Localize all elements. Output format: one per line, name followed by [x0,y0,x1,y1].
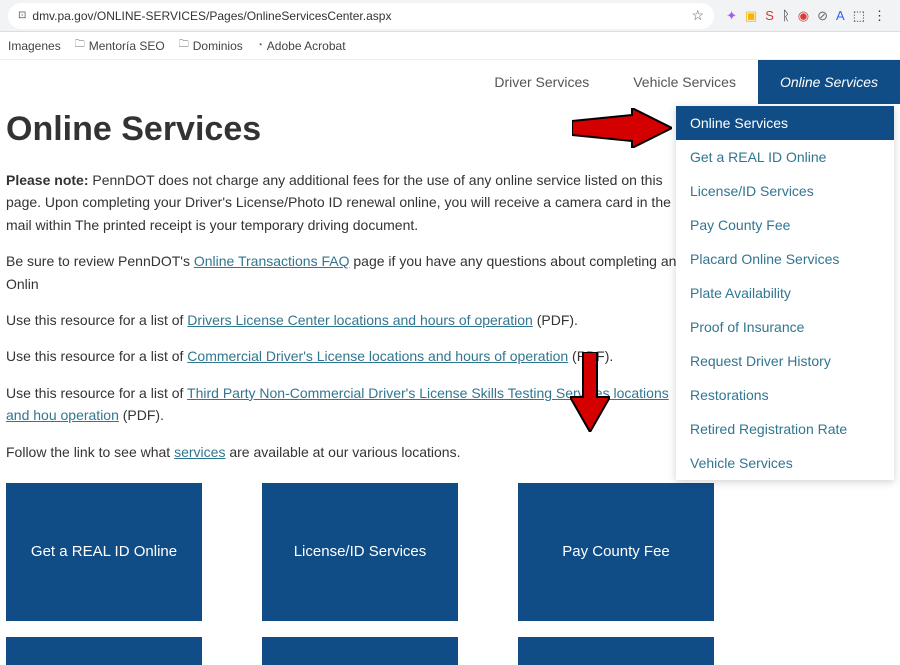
dropdown-item-online-services[interactable]: Online Services [676,106,894,140]
bookmark-item[interactable]: Imagenes [8,39,61,53]
folder-icon: 🗀 [179,37,189,54]
bookmarks-bar: Imagenes 🗀Mentoría SEO 🗀Dominios ◔Adobe … [0,32,900,60]
annotation-arrow-right [572,108,672,148]
ext-icon[interactable]: ▣ [745,8,757,24]
faq-paragraph: Be sure to review PennDOT's Online Trans… [6,250,686,295]
dropdown-item-placard[interactable]: Placard Online Services [676,242,894,276]
tile-partial[interactable] [262,637,458,665]
url-text: dmv.pa.gov/ONLINE-SERVICES/Pages/OnlineS… [32,9,391,23]
ext-icon[interactable]: A [836,8,845,24]
dropdown-item-plate-availability[interactable]: Plate Availability [676,276,894,310]
browser-address-bar: ⊡ dmv.pa.gov/ONLINE-SERVICES/Pages/Onlin… [0,0,900,32]
ext-icon[interactable]: ⋮ [873,8,886,24]
cdl-link[interactable]: Commercial Driver's License locations an… [187,348,568,364]
nav-tab-driver-services[interactable]: Driver Services [472,60,611,104]
ext-icon[interactable]: ᚱ [782,8,790,24]
folder-icon: 🗀 [75,37,85,54]
annotation-arrow-down [570,352,610,432]
tile-pay-county-fee[interactable]: Pay County Fee [518,483,714,621]
dropdown-item-proof-insurance[interactable]: Proof of Insurance [676,310,894,344]
ext-icon[interactable]: ◉ [798,8,809,24]
extension-icons: ✦ ▣ S ᚱ ◉ ⊘ A ⬚ ⋮ [720,8,892,24]
dropdown-item-pay-county-fee[interactable]: Pay County Fee [676,208,894,242]
online-services-dropdown: Online Services Get a REAL ID Online Lic… [676,106,894,480]
nav-tab-online-services[interactable]: Online Services [758,60,900,104]
tile-partial[interactable] [518,637,714,665]
ext-icon[interactable]: S [765,8,774,24]
bookmark-item[interactable]: ◔Adobe Acrobat [257,39,346,53]
resource-paragraph: Use this resource for a list of Drivers … [6,309,686,331]
ext-icon[interactable]: ⬚ [853,8,865,24]
nav-tab-vehicle-services[interactable]: Vehicle Services [611,60,758,104]
dropdown-item-restorations[interactable]: Restorations [676,378,894,412]
dropdown-item-retired-registration[interactable]: Retired Registration Rate [676,412,894,446]
url-field[interactable]: ⊡ dmv.pa.gov/ONLINE-SERVICES/Pages/Onlin… [8,3,714,29]
dropdown-item-request-history[interactable]: Request Driver History [676,344,894,378]
follow-paragraph: Follow the link to see what services are… [6,441,686,463]
dl-center-link[interactable]: Drivers License Center locations and hou… [187,312,533,328]
note-paragraph: Please note: PennDOT does not charge any… [6,169,686,236]
bookmark-folder[interactable]: 🗀Dominios [179,37,243,54]
acrobat-icon: ◔ [257,40,263,51]
tile-real-id[interactable]: Get a REAL ID Online [6,483,202,621]
dropdown-item-real-id[interactable]: Get a REAL ID Online [676,140,894,174]
faq-link[interactable]: Online Transactions FAQ [194,253,350,269]
ext-icon[interactable]: ✦ [726,8,737,24]
note-label: Please note: [6,172,88,188]
service-tiles: Get a REAL ID Online License/ID Services… [6,483,900,621]
service-tiles-row2 [6,637,900,665]
services-link[interactable]: services [174,444,225,460]
ext-icon[interactable]: ⊘ [817,8,828,24]
dropdown-item-license-id[interactable]: License/ID Services [676,174,894,208]
dropdown-item-vehicle-services[interactable]: Vehicle Services [676,446,894,480]
bookmark-folder[interactable]: 🗀Mentoría SEO [75,37,165,54]
bookmark-star-icon[interactable]: ☆ [692,7,705,24]
site-info-icon: ⊡ [18,10,26,21]
tile-partial[interactable] [6,637,202,665]
tile-license-id[interactable]: License/ID Services [262,483,458,621]
main-nav: Driver Services Vehicle Services Online … [0,60,900,104]
